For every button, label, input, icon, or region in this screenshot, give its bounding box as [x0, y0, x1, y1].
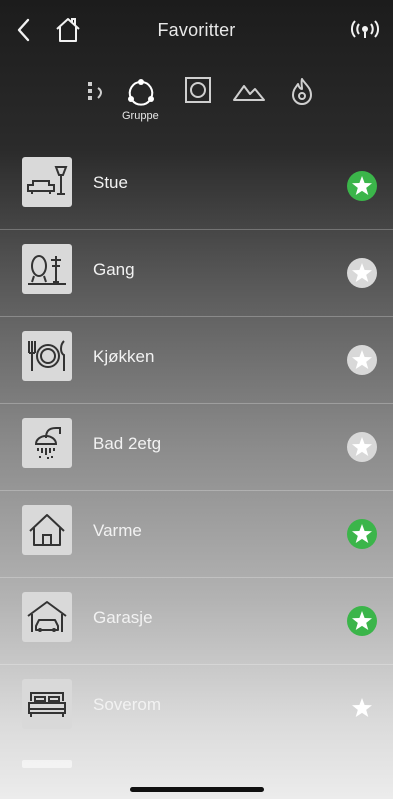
room-label: Varme	[93, 521, 142, 540]
mountain-icon[interactable]	[232, 80, 266, 102]
hallway-icon	[22, 244, 72, 294]
garage-icon	[22, 592, 72, 642]
house-icon	[22, 505, 72, 555]
home-indicator[interactable]	[130, 787, 264, 792]
room-square-icon[interactable]	[184, 76, 212, 104]
room-row-gang[interactable]: Gang	[0, 229, 393, 316]
room-label: Stue	[93, 173, 128, 192]
living-room-icon	[22, 157, 72, 207]
room-label: Gang	[93, 260, 135, 279]
favorite-star-icon[interactable]	[347, 345, 377, 375]
kitchen-icon	[22, 331, 72, 381]
page-title: Favoritter	[157, 20, 236, 40]
room-row-varme[interactable]: Varme	[0, 490, 393, 577]
favorite-star-icon[interactable]	[347, 519, 377, 549]
group-icon[interactable]	[124, 76, 158, 110]
room-row-soverom[interactable]: Soverom	[0, 664, 393, 751]
shower-icon	[22, 418, 72, 468]
room-row-kjokken[interactable]: Kjøkken	[0, 316, 393, 403]
favorite-star-icon[interactable]	[347, 171, 377, 201]
device-icon[interactable]	[86, 80, 108, 104]
room-label: Soverom	[93, 695, 162, 714]
favorite-star-icon[interactable]	[347, 432, 377, 462]
signal-icon[interactable]	[349, 18, 381, 42]
room-label: Kjøkken	[93, 347, 155, 366]
group-filter-label: Gruppe	[122, 110, 159, 122]
partial-row-icon	[22, 760, 72, 768]
favorite-star-icon[interactable]	[347, 606, 377, 636]
favorite-star-icon[interactable]	[347, 258, 377, 288]
room-row-bad-2etg[interactable]: Bad 2etg	[0, 403, 393, 490]
bed-icon	[22, 679, 72, 729]
favorites-list: Stue Gang Kjøkken Bad 2etg Varme Garasje…	[0, 143, 393, 751]
room-row-stue[interactable]: Stue	[0, 143, 393, 229]
room-row-garasje[interactable]: Garasje	[0, 577, 393, 664]
top-bar: Favoritter	[0, 0, 393, 60]
fire-icon[interactable]	[289, 76, 315, 106]
filter-bar: Gruppe	[0, 70, 393, 130]
room-label: Garasje	[93, 608, 153, 627]
favorite-star-icon[interactable]	[347, 693, 377, 723]
room-label: Bad 2etg	[93, 434, 162, 453]
